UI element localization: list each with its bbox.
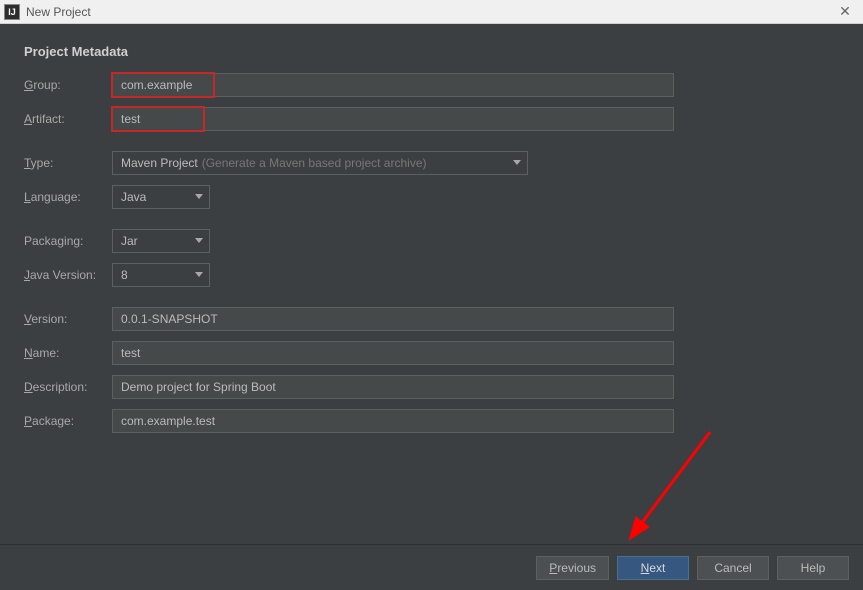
annotation-arrow <box>610 424 730 554</box>
name-input[interactable] <box>112 341 674 365</box>
language-dropdown[interactable]: Java <box>112 185 210 209</box>
packaging-label: Packaging: <box>24 234 112 248</box>
description-label: Description: <box>24 380 112 394</box>
artifact-label: Artifact: <box>24 112 112 126</box>
version-input[interactable] <box>112 307 674 331</box>
java-version-value: 8 <box>121 268 128 282</box>
group-input[interactable] <box>112 73 674 97</box>
description-input[interactable] <box>112 375 674 399</box>
chevron-down-icon <box>195 194 203 199</box>
version-label: Version: <box>24 312 112 326</box>
artifact-input[interactable] <box>112 107 674 131</box>
language-value: Java <box>121 190 146 204</box>
packaging-dropdown[interactable]: Jar <box>112 229 210 253</box>
close-icon[interactable]: ✕ <box>835 3 855 20</box>
packaging-value: Jar <box>121 234 138 248</box>
dialog-body: Project Metadata Group: Artifact: Type: … <box>0 24 863 544</box>
next-button[interactable]: Next <box>617 556 689 580</box>
type-label: Type: <box>24 156 112 170</box>
titlebar: IJ New Project ✕ <box>0 0 863 24</box>
app-icon: IJ <box>4 4 20 20</box>
package-label: Package: <box>24 414 112 428</box>
name-label: Name: <box>24 346 112 360</box>
chevron-down-icon <box>195 272 203 277</box>
java-version-dropdown[interactable]: 8 <box>112 263 210 287</box>
previous-button[interactable]: Previous <box>536 556 609 580</box>
button-bar: Previous Next Cancel Help <box>0 544 863 590</box>
type-dropdown[interactable]: Maven Project (Generate a Maven based pr… <box>112 151 528 175</box>
chevron-down-icon <box>513 160 521 165</box>
language-label: Language: <box>24 190 112 204</box>
window-title: New Project <box>26 5 91 19</box>
chevron-down-icon <box>195 238 203 243</box>
cancel-button[interactable]: Cancel <box>697 556 769 580</box>
type-value: Maven Project <box>121 156 198 170</box>
help-button[interactable]: Help <box>777 556 849 580</box>
section-title: Project Metadata <box>24 44 839 59</box>
package-input[interactable] <box>112 409 674 433</box>
group-label: Group: <box>24 78 112 92</box>
type-hint: (Generate a Maven based project archive) <box>202 156 427 170</box>
java-version-label: Java Version: <box>24 268 112 282</box>
